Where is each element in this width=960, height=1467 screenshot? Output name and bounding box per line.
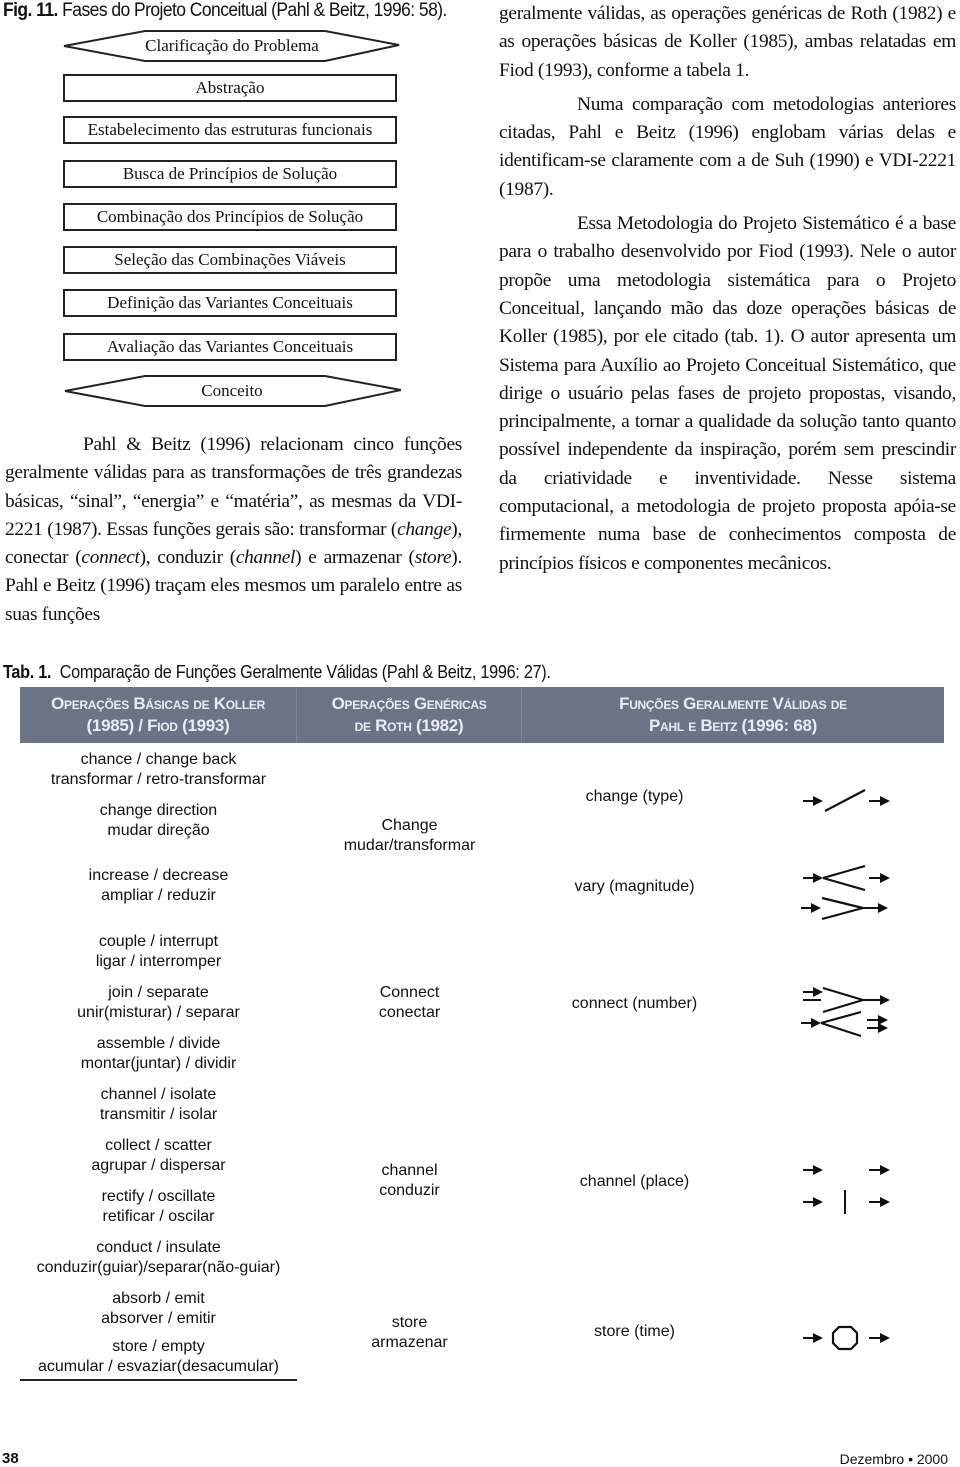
- phase-label: Avaliação das Variantes Conceituais: [106, 337, 354, 356]
- page-number: 38: [2, 1450, 19, 1467]
- phase-concept: Conceito: [63, 375, 401, 407]
- koller-operation: join / separate unir(misturar) / separar: [77, 984, 240, 1021]
- paragraph: Pahl & Beitz (1996) relacionam cinco fun…: [5, 434, 462, 625]
- figure-caption: Fig. 11. Fases do Projeto Conceitual (Pa…: [3, 0, 447, 22]
- pahl-function: channel (place): [579, 1173, 690, 1190]
- pahl-function: vary (magnitude): [574, 878, 695, 895]
- table-caption: Tab. 1. Comparação de Funções Geralmente…: [3, 662, 551, 683]
- phase-functional-structures: Estabelecimento das estruturas funcionai…: [63, 116, 397, 144]
- koller-operation: change direction mudar direção: [99, 802, 218, 839]
- amplify-reduce-symbol-icon: [801, 864, 890, 921]
- phase-solution-search: Busca de Princípios de Solução: [63, 160, 397, 188]
- paragraph: Numa comparação com metodologias anterio…: [499, 93, 956, 200]
- table-caption-text: Comparação de Funções Geralmente Válidas…: [59, 662, 551, 682]
- koller-operation: couple / interrupt ligar / interromper: [95, 933, 222, 970]
- phase-definition: Definição das Variantes Conceituais: [63, 289, 397, 317]
- right-column-text: geralmente válidas, as operações genéric…: [499, 0, 956, 578]
- phase-abstraction: Abstração: [63, 74, 397, 102]
- phase-label: Combinação dos Princípios de Solução: [96, 207, 364, 226]
- paragraph: geralmente válidas, as operações genéric…: [499, 3, 956, 81]
- figure-caption-text: Fases do Projeto Conceitual (Pahl & Beit…: [62, 0, 447, 21]
- phase-label: Abstração: [195, 78, 265, 97]
- figure-label: Fig. 11.: [3, 0, 58, 21]
- phase-selection: Seleção das Combinações Viáveis: [63, 246, 397, 274]
- storage-symbol-icon: [803, 1325, 890, 1351]
- koller-operation: collect / scatter agrupar / dispersar: [91, 1137, 226, 1174]
- phase-label: Seleção das Combinações Viáveis: [114, 250, 346, 269]
- phase-label: Conceito: [201, 381, 263, 400]
- conduct-insulate-symbol-icon: [803, 1165, 890, 1214]
- table-bottom-rule: [20, 1379, 297, 1381]
- column-header-roth: Operações Genéricas de Roth (1982): [297, 687, 522, 743]
- phase-evaluation: Avaliação das Variantes Conceituais: [63, 333, 397, 361]
- phase-label: Estabelecimento das estruturas funcionai…: [87, 120, 373, 139]
- phase-combination: Combinação dos Princípios de Solução: [63, 203, 397, 231]
- koller-operation: conduct / insulate conduzir(guiar)/separa…: [36, 1239, 281, 1276]
- phase-clarification: Clarificação do Problema: [63, 30, 401, 62]
- koller-operation: store / empty acumular / esvaziar(desacum…: [38, 1338, 279, 1375]
- koller-operation: increase / decrease ampliar / reduzir: [88, 867, 229, 904]
- phase-label: Clarificação do Problema: [145, 36, 319, 55]
- koller-operation: channel / isolate transmitir / isolar: [99, 1086, 218, 1123]
- switch-symbol-icon: [803, 789, 890, 812]
- pahl-function: change (type): [585, 788, 684, 805]
- column-header-pahl-beitz: Funções Geralmente Válidas de Pahl e Beit…: [619, 694, 847, 735]
- phase-label: Definição das Variantes Conceituais: [107, 293, 353, 312]
- roth-operation: Change mudar/transformar: [343, 817, 476, 854]
- roth-operation: channel conduzir: [379, 1162, 440, 1199]
- koller-operation: assemble / divide montar(juntar) / dividi…: [80, 1035, 237, 1072]
- koller-operation: rectify / oscillate retificar / oscilar: [101, 1188, 216, 1225]
- issue-date: Dezembro • 2000: [839, 1451, 948, 1467]
- pahl-function: store (time): [594, 1323, 675, 1340]
- pahl-function: connect (number): [571, 995, 698, 1012]
- table-label: Tab. 1.: [3, 662, 52, 682]
- join-split-symbol-icon: [801, 986, 890, 1038]
- paragraph: Essa Metodologia do Projeto Sistemático …: [499, 213, 956, 574]
- koller-operation: absorb / emit absorver / emitir: [101, 1290, 216, 1327]
- table-header: Operações Básicas de Koller (1985) / Fiod…: [20, 687, 944, 743]
- roth-operation: Connect conectar: [378, 984, 441, 1021]
- koller-operation: chance / change back transformar / retro-…: [50, 751, 267, 788]
- phase-label: Busca de Princípios de Solução: [122, 164, 338, 183]
- roth-operation: store armazenar: [371, 1314, 448, 1351]
- column-header-koller: Operações Básicas de Koller (1985) / Fiod…: [20, 687, 297, 743]
- left-column-text: Pahl & Beitz (1996) relacionam cinco fun…: [5, 431, 462, 629]
